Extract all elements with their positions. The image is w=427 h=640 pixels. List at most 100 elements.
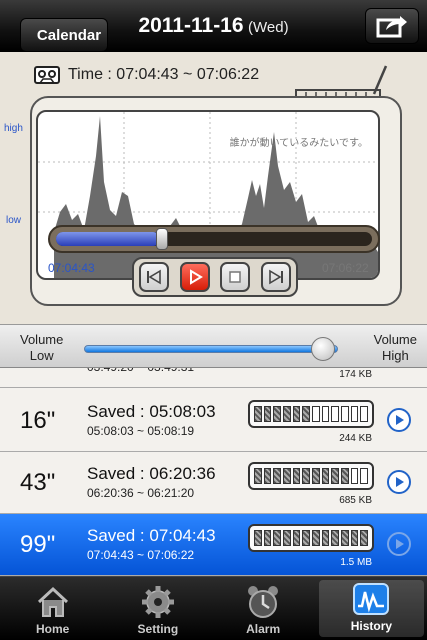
navigation-bar: Calendar 2011-11-16 (Wed) [0, 0, 427, 52]
seek-progress-fill [56, 232, 161, 246]
meter-cell [254, 530, 262, 546]
playback-seek-slider[interactable] [48, 225, 380, 253]
skip-forward-icon [268, 269, 283, 285]
page-title: 2011-11-16 (Wed) [0, 14, 427, 38]
meter-cell [321, 530, 330, 546]
volume-low-label: Volume Low [20, 332, 64, 363]
meter-cell [263, 468, 272, 484]
meter-cell [331, 406, 340, 422]
previous-button[interactable] [139, 262, 170, 292]
meter-cell [273, 530, 282, 546]
recording-row[interactable]: 03:49:20 ~ 03:49:31 174 KB [0, 368, 427, 388]
meter-cell [254, 468, 262, 484]
meter-cell [341, 530, 349, 546]
end-time-label: 07:06:22 [322, 261, 369, 275]
play-recording-button[interactable] [387, 532, 411, 556]
meter-cell [350, 530, 359, 546]
stop-button[interactable] [220, 262, 251, 292]
recording-row[interactable]: 16" Saved : 05:08:03 05:08:03 ~ 05:08:19 24… [0, 390, 427, 452]
time-range-row: Time : 07:04:43 ~ 07:06:22 [34, 66, 259, 84]
tab-label: Home [35, 622, 70, 636]
recording-row[interactable]: 99" Saved : 07:04:43 07:04:43 ~ 07:06:22 1.… [0, 514, 427, 576]
meter-cell [292, 406, 301, 422]
meter-cell [263, 530, 272, 546]
play-button[interactable] [179, 262, 210, 292]
volume-slider[interactable] [84, 337, 338, 361]
share-icon [376, 16, 407, 38]
tab-label: History [350, 619, 393, 633]
sound-level-meter [248, 400, 374, 428]
recording-time-range: 07:04:43 ~ 07:06:22 [87, 548, 195, 562]
tab-history[interactable]: History [318, 580, 424, 637]
recording-duration: 99" [20, 531, 56, 558]
meter-cell [312, 468, 320, 484]
recording-saved-time: Saved : 05:08:03 [87, 402, 216, 421]
meter-cell [341, 468, 349, 484]
meter-cell [273, 468, 282, 484]
meter-cell [302, 530, 311, 546]
recording-row[interactable]: 43" Saved : 06:20:36 06:20:36 ~ 06:21:20 68… [0, 452, 427, 514]
recording-time-range: 06:20:36 ~ 06:21:20 [87, 486, 195, 500]
play-recording-button[interactable] [387, 470, 411, 494]
tab-label: Setting [137, 622, 179, 636]
gear-icon [138, 582, 178, 622]
axis-high-label: high [4, 123, 23, 134]
volume-knob[interactable] [311, 337, 336, 361]
meter-cell [321, 406, 330, 422]
sound-level-graph: 誰かが動いているみたいです。 [36, 110, 380, 280]
weekday-label: (Wed) [248, 19, 289, 36]
meter-cell [331, 468, 340, 484]
recording-time-range: 03:49:20 ~ 03:49:31 [87, 368, 194, 374]
meter-cell [350, 406, 359, 422]
play-circle-icon [396, 539, 404, 549]
meter-cell [302, 468, 311, 484]
recording-saved-time: Saved : 06:20:36 [87, 464, 216, 483]
playback-controls [132, 257, 298, 297]
play-recording-button[interactable] [387, 408, 411, 432]
alarm-clock-icon [243, 582, 283, 622]
seek-knob[interactable] [156, 228, 169, 250]
recording-duration: 16" [20, 407, 56, 434]
tab-bar: Home Setting Alarm History [0, 576, 427, 640]
volume-bar: Volume Low Volume High [0, 324, 427, 368]
stop-icon [229, 271, 241, 283]
tab-home[interactable]: Home [0, 577, 105, 640]
meter-cell [312, 406, 320, 422]
meter-cell [263, 406, 272, 422]
meter-cell [283, 468, 291, 484]
tab-setting[interactable]: Setting [105, 577, 210, 640]
date-label: 2011-11-16 [138, 14, 244, 37]
skip-back-icon [147, 269, 162, 285]
recording-file-size: 174 KB [339, 369, 372, 380]
play-circle-icon [396, 477, 404, 487]
axis-low-label: low [6, 215, 22, 226]
meter-cell [302, 406, 311, 422]
share-button[interactable] [365, 8, 419, 44]
sound-level-meter [248, 524, 374, 552]
recordings-list[interactable]: 03:49:20 ~ 03:49:31 174 KB 16" Saved : 05:0… [0, 368, 427, 576]
graph-message: 誰かが動いているみたいです。 [229, 138, 368, 149]
recording-time-range: 05:08:03 ~ 05:08:19 [87, 424, 195, 438]
meter-cell [350, 468, 359, 484]
play-circle-icon [396, 415, 404, 425]
tab-label: Alarm [246, 622, 281, 636]
meter-cell [331, 530, 340, 546]
meter-cell [273, 406, 282, 422]
next-button[interactable] [260, 262, 291, 292]
meter-cell [283, 406, 291, 422]
recording-saved-time: Saved : 07:04:43 [87, 526, 216, 545]
home-icon [33, 582, 73, 622]
play-icon [189, 269, 203, 285]
meter-cell [360, 468, 369, 484]
start-time-label: 07:04:43 [48, 261, 95, 275]
recording-duration: 43" [20, 469, 56, 496]
recording-file-size: 1.5 MB [340, 557, 372, 568]
cassette-icon [34, 66, 60, 84]
recording-file-size: 685 KB [339, 495, 372, 506]
tab-alarm[interactable]: Alarm [211, 577, 316, 640]
meter-cell [341, 406, 349, 422]
meter-cell [254, 406, 262, 422]
volume-high-label: Volume High [373, 332, 417, 363]
meter-cell [321, 468, 330, 484]
meter-cell [292, 530, 301, 546]
